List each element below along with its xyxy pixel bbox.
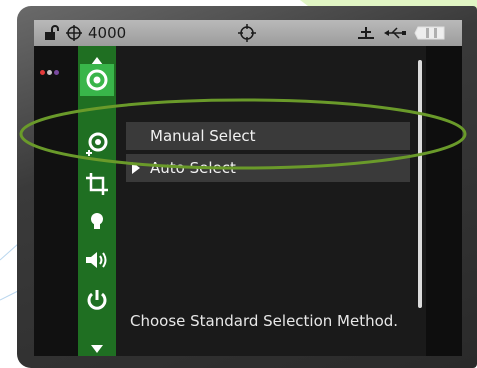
scrollbar[interactable] — [418, 60, 422, 308]
status-dots — [40, 70, 59, 75]
satellite-icon — [356, 20, 376, 46]
menu-item-label: Auto Select — [150, 159, 236, 177]
right-edge-strip — [426, 46, 462, 356]
scroll-down-arrow-icon[interactable] — [91, 338, 103, 356]
target-icon — [86, 69, 108, 91]
description-text: Choose Standard Selection Method. — [130, 312, 399, 330]
sidebar-item-power[interactable] — [80, 284, 114, 316]
sidebar-item-bulb[interactable] — [80, 206, 114, 238]
status-bar: 4000 — [34, 20, 462, 46]
battery-icon — [414, 20, 448, 46]
crop-icon — [86, 173, 108, 195]
menu-item-auto-select[interactable]: Auto Select — [126, 154, 410, 182]
usb-icon — [384, 20, 406, 46]
power-icon — [87, 290, 107, 310]
status-dot-purple — [54, 70, 59, 75]
menu-item-label: Manual Select — [150, 127, 256, 145]
sidebar-nav — [78, 46, 116, 356]
sidebar-item-crop[interactable] — [80, 168, 114, 200]
target-icon — [238, 20, 256, 46]
sidebar-item-target-select[interactable] — [80, 128, 114, 160]
counter-value: 4000 — [88, 24, 127, 42]
sidebar-item-target[interactable] — [80, 64, 114, 96]
sidebar-item-sound[interactable] — [80, 244, 114, 276]
status-dot-red — [40, 70, 45, 75]
crosshair-icon — [66, 20, 82, 46]
bulb-icon — [91, 213, 103, 229]
content-panel: Manual Select Auto Select Choose Standar… — [116, 46, 462, 356]
speaker-icon — [86, 252, 107, 268]
caret-right-icon — [132, 162, 140, 174]
unlock-icon — [44, 20, 60, 46]
status-dot-gray — [47, 70, 52, 75]
target-select-icon — [86, 132, 108, 156]
menu-item-manual-select[interactable]: Manual Select — [126, 122, 410, 150]
device-screen: 4000 Manual Select Auto Select Choose St… — [34, 20, 462, 356]
